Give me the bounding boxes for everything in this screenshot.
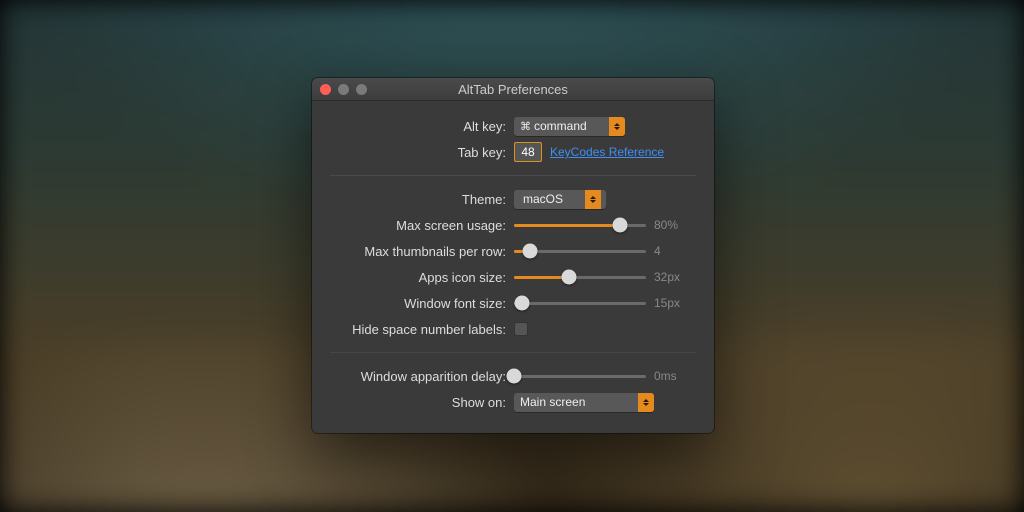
alt-key-row: Alt key: ⌘command	[330, 113, 696, 139]
show-on-row: Show on: Main screen	[330, 389, 696, 415]
show-on-select[interactable]: Main screen	[514, 393, 654, 412]
preferences-body: Alt key: ⌘command Tab key: 48 KeyCodes R…	[312, 101, 714, 433]
icon-value: 32px	[654, 270, 696, 284]
theme-row: Theme: macOS	[330, 186, 696, 212]
close-icon[interactable]	[320, 84, 331, 95]
stepper-icon	[585, 190, 601, 209]
theme-select[interactable]: macOS	[514, 190, 606, 209]
thumbs-value: 4	[654, 244, 696, 258]
zoom-icon[interactable]	[356, 84, 367, 95]
delay-label: Window apparition delay:	[330, 369, 514, 384]
stepper-icon	[609, 117, 625, 136]
titlebar[interactable]: AltTab Preferences	[312, 78, 714, 101]
font-slider[interactable]	[514, 293, 646, 313]
tab-key-row: Tab key: 48 KeyCodes Reference	[330, 139, 696, 165]
hide-label: Hide space number labels:	[330, 322, 514, 337]
thumbs-label: Max thumbnails per row:	[330, 244, 514, 259]
alt-key-select[interactable]: ⌘command	[514, 117, 625, 136]
max-screen-value: 80%	[654, 218, 696, 232]
command-icon: ⌘	[520, 120, 531, 133]
minimize-icon[interactable]	[338, 84, 349, 95]
traffic-lights	[320, 84, 367, 95]
max-screen-row: Max screen usage: 80%	[330, 212, 696, 238]
icon-slider[interactable]	[514, 267, 646, 287]
max-screen-label: Max screen usage:	[330, 218, 514, 233]
hide-checkbox[interactable]	[514, 322, 528, 336]
delay-slider[interactable]	[514, 366, 646, 386]
show-on-value: Main screen	[514, 395, 638, 409]
max-screen-slider[interactable]	[514, 215, 646, 235]
divider	[330, 352, 696, 353]
theme-value: macOS	[523, 192, 563, 206]
font-row: Window font size: 15px	[330, 290, 696, 316]
stepper-icon	[638, 393, 654, 412]
tab-key-input[interactable]: 48	[514, 142, 542, 162]
keycodes-link[interactable]: KeyCodes Reference	[550, 145, 664, 159]
icon-label: Apps icon size:	[330, 270, 514, 285]
tab-key-label: Tab key:	[330, 145, 514, 160]
delay-value: 0ms	[654, 369, 696, 383]
divider	[330, 175, 696, 176]
theme-label: Theme:	[330, 192, 514, 207]
font-value: 15px	[654, 296, 696, 310]
hide-row: Hide space number labels:	[330, 316, 696, 342]
delay-row: Window apparition delay: 0ms	[330, 363, 696, 389]
thumbs-row: Max thumbnails per row: 4	[330, 238, 696, 264]
alt-key-value: command	[534, 119, 587, 133]
font-label: Window font size:	[330, 296, 514, 311]
preferences-window: AltTab Preferences Alt key: ⌘command Tab…	[312, 78, 714, 433]
window-title: AltTab Preferences	[312, 82, 714, 97]
thumbs-slider[interactable]	[514, 241, 646, 261]
show-on-label: Show on:	[330, 395, 514, 410]
alt-key-label: Alt key:	[330, 119, 514, 134]
icon-row: Apps icon size: 32px	[330, 264, 696, 290]
